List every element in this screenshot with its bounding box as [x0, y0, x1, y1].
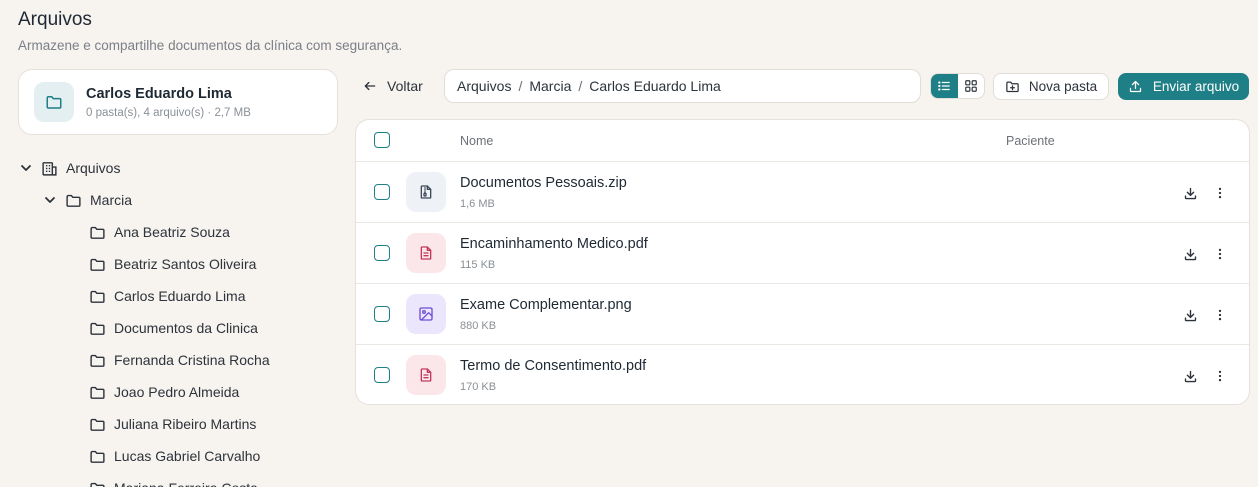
- folder-icon: [90, 226, 105, 239]
- folder-icon: [66, 194, 81, 207]
- tree-item-child[interactable]: Fernanda Cristina Rocha: [89, 344, 270, 376]
- folder-icon: [90, 258, 105, 271]
- tree-item-child[interactable]: Juliana Ribeiro Martins: [89, 408, 256, 440]
- page-title: Arquivos: [18, 9, 92, 30]
- page-subtitle: Armazene e compartilhe documentos da clí…: [18, 38, 403, 53]
- file-table: Nome Paciente Documentos Pessoais.zip 1,6…: [355, 119, 1250, 405]
- current-folder-meta: 0 pasta(s), 4 arquivo(s) · 2,7 MB: [86, 106, 251, 119]
- tree-item-child[interactable]: Carlos Eduardo Lima: [89, 280, 246, 312]
- more-options-icon[interactable]: [1211, 184, 1229, 202]
- folder-icon: [90, 482, 105, 487]
- breadcrumb-separator: /: [578, 78, 583, 94]
- tree-item-child[interactable]: Lucas Gabriel Carvalho: [89, 440, 260, 472]
- tree-label: Mariana Ferreira Costa: [114, 480, 258, 487]
- tree-label: Lucas Gabriel Carvalho: [114, 448, 261, 464]
- more-options-icon[interactable]: [1211, 367, 1229, 385]
- download-icon[interactable]: [1181, 245, 1199, 263]
- tree-label: Ana Beatriz Souza: [114, 224, 230, 240]
- list-icon: [938, 81, 951, 91]
- tree-item-child[interactable]: Beatriz Santos Oliveira: [89, 248, 256, 280]
- tree-item-child[interactable]: Ana Beatriz Souza: [89, 216, 230, 248]
- more-options-icon[interactable]: [1211, 306, 1229, 324]
- breadcrumb: Arquivos / Marcia / Carlos Eduardo Lima: [444, 69, 921, 103]
- file-name[interactable]: Encaminhamento Medico.pdf: [460, 236, 648, 252]
- tree-item-child[interactable]: Documentos da Clinica: [89, 312, 258, 344]
- tree-label: Joao Pedro Almeida: [114, 384, 240, 400]
- tree-item-marcia[interactable]: Marcia: [44, 184, 132, 216]
- download-icon[interactable]: [1181, 367, 1199, 385]
- back-button[interactable]: Voltar: [363, 69, 423, 103]
- file-size: 170 KB: [460, 381, 497, 393]
- row-checkbox[interactable]: [374, 367, 390, 383]
- folder-icon: [90, 322, 105, 335]
- back-label: Voltar: [387, 78, 423, 94]
- tree-item-child[interactable]: Mariana Ferreira Costa: [89, 472, 258, 487]
- select-all-checkbox[interactable]: [374, 132, 390, 148]
- tree-label: Carlos Eduardo Lima: [114, 288, 246, 304]
- upload-file-button[interactable]: Enviar arquivo: [1118, 73, 1249, 100]
- folder-icon: [90, 354, 105, 367]
- building-icon: [42, 161, 57, 176]
- table-row[interactable]: Documentos Pessoais.zip 1,6 MB: [356, 162, 1249, 223]
- view-toggle: [930, 73, 985, 99]
- file-name[interactable]: Exame Complementar.png: [460, 297, 632, 313]
- list-view-button[interactable]: [931, 74, 958, 98]
- folder-icon: [90, 450, 105, 463]
- toolbar: Voltar Arquivos / Marcia / Carlos Eduard…: [355, 69, 1250, 103]
- upload-label: Enviar arquivo: [1152, 79, 1240, 94]
- new-folder-button[interactable]: Nova pasta: [993, 73, 1109, 100]
- download-icon[interactable]: [1181, 306, 1199, 324]
- file-size: 1,6 MB: [460, 198, 495, 210]
- grid-view-button[interactable]: [958, 74, 985, 98]
- tree-label: Marcia: [90, 192, 133, 208]
- arrow-left-icon: [364, 81, 376, 91]
- breadcrumb-item: Carlos Eduardo Lima: [589, 78, 721, 94]
- tree-label: Juliana Ribeiro Martins: [114, 416, 257, 432]
- tree-label: Arquivos: [66, 160, 121, 176]
- current-folder-name: Carlos Eduardo Lima: [86, 85, 232, 102]
- page-header: Arquivos Armazene e compartilhe document…: [18, 9, 402, 53]
- zip-file-icon: [406, 172, 446, 212]
- current-folder-card: Carlos Eduardo Lima 0 pasta(s), 4 arquiv…: [18, 69, 338, 135]
- table-row[interactable]: Encaminhamento Medico.pdf 115 KB: [356, 223, 1249, 284]
- file-size: 880 KB: [460, 320, 497, 332]
- file-name[interactable]: Documentos Pessoais.zip: [460, 175, 627, 191]
- new-folder-label: Nova pasta: [1028, 79, 1098, 94]
- pdf-file-icon: [406, 233, 446, 273]
- upload-icon: [1129, 80, 1141, 93]
- breadcrumb-separator: /: [518, 78, 523, 94]
- tree-label: Fernanda Cristina Rocha: [114, 352, 270, 368]
- row-checkbox[interactable]: [374, 184, 390, 200]
- file-size: 115 KB: [460, 259, 496, 271]
- table-row[interactable]: Exame Complementar.png 880 KB: [356, 284, 1249, 345]
- breadcrumb-item[interactable]: Arquivos: [457, 78, 511, 94]
- folder-icon: [90, 386, 105, 399]
- chevron-down-icon[interactable]: [20, 162, 32, 174]
- tree-label: Documentos da Clinica: [114, 320, 258, 336]
- row-checkbox[interactable]: [374, 306, 390, 322]
- chevron-down-icon[interactable]: [44, 194, 56, 206]
- file-name[interactable]: Termo de Consentimento.pdf: [460, 358, 646, 374]
- tree-item-child[interactable]: Joao Pedro Almeida: [89, 376, 239, 408]
- download-icon[interactable]: [1181, 184, 1199, 202]
- table-header: Nome Paciente: [356, 120, 1249, 162]
- tree-label: Beatriz Santos Oliveira: [114, 256, 257, 272]
- row-checkbox[interactable]: [374, 245, 390, 261]
- table-row[interactable]: Termo de Consentimento.pdf 170 KB: [356, 345, 1249, 404]
- more-options-icon[interactable]: [1211, 245, 1229, 263]
- pdf-file-icon: [406, 355, 446, 395]
- tree-item-root[interactable]: Arquivos: [20, 152, 120, 184]
- breadcrumb-item[interactable]: Marcia: [529, 78, 571, 94]
- folder-icon: [90, 290, 105, 303]
- column-header-patient[interactable]: Paciente: [1006, 134, 1055, 148]
- folder-plus-icon: [1006, 81, 1019, 93]
- folder-icon: [90, 418, 105, 431]
- image-file-icon: [406, 294, 446, 334]
- column-header-name[interactable]: Nome: [460, 134, 493, 148]
- folder-icon: [34, 82, 74, 122]
- grid-icon: [964, 80, 977, 92]
